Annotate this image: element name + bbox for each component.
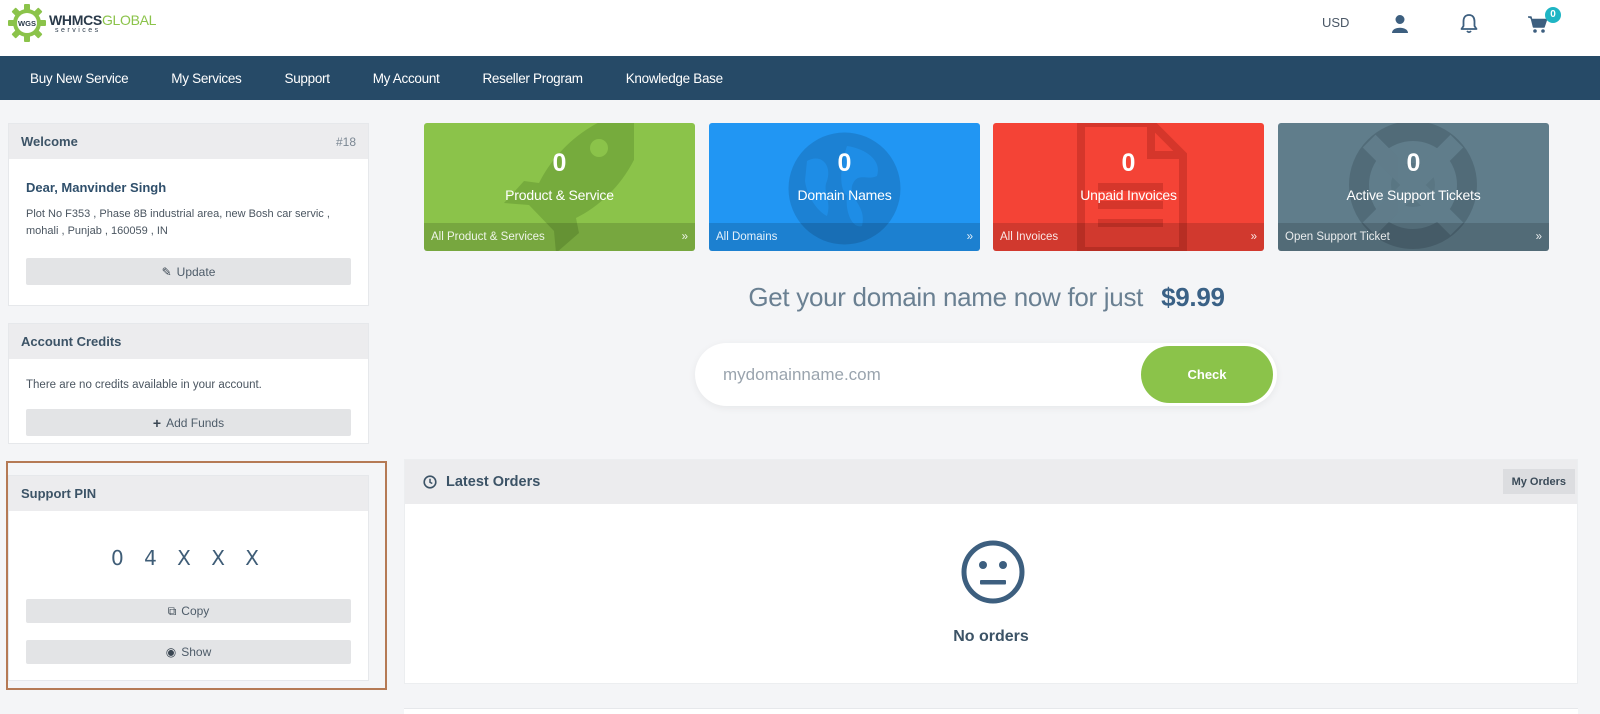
tickets-footer[interactable]: Open Support Ticket » [1278,223,1549,251]
neutral-face-icon [961,540,1025,604]
bell-icon[interactable] [1457,12,1481,36]
main-nav: Buy New Service My Services Support My A… [0,56,1600,100]
client-id: #18 [335,134,356,149]
gear-logo-icon: WGS [8,4,46,42]
tile-unpaid-invoices[interactable]: 0 Unpaid Invoices All Invoices » [993,123,1264,251]
invoices-link[interactable]: All Invoices [1000,231,1058,243]
welcome-title: Welcome [21,134,78,149]
domains-count: 0 [837,149,852,177]
domains-arrow: » [966,231,973,243]
products-count: 0 [552,149,567,177]
latest-orders-panel: Latest Orders My Orders No orders [404,459,1578,684]
pencil-icon: ✎ [161,264,172,279]
update-button[interactable]: ✎ Update [26,258,351,285]
plus-icon: + [152,414,162,431]
tile-products-services[interactable]: 0 Product & Service All Product & Servic… [424,123,695,251]
tickets-arrow: » [1535,231,1542,243]
tickets-label: Active Support Tickets [1346,187,1481,203]
update-label: Update [176,264,216,279]
my-orders-button[interactable]: My Orders [1502,469,1575,494]
user-icon[interactable] [1388,12,1412,36]
brand-logo[interactable]: WGS WHMCSGLOBAL services [7,3,156,43]
add-funds-label: Add Funds [166,415,225,430]
cart-count-badge: 0 [1545,7,1561,23]
logo-badge-text: WGS [18,19,36,28]
credits-message: There are no credits available in your a… [26,379,262,391]
domain-search-bar: Check [695,343,1277,406]
add-funds-button[interactable]: + Add Funds [26,409,351,436]
client-address: Plot No F353 , Phase 8B industrial area,… [26,208,330,237]
products-link[interactable]: All Product & Services [431,231,545,243]
domains-label: Domain Names [797,187,892,203]
products-arrow: » [681,231,688,243]
brand-tagline: services [55,26,101,34]
nav-support[interactable]: Support [285,71,330,86]
tickets-link[interactable]: Open Support Ticket [1285,231,1390,243]
domain-headline: Get your domain name now for just [748,282,1144,312]
top-header: WGS WHMCSGLOBAL services USD 0 [0,0,1600,56]
invoices-footer[interactable]: All Invoices » [993,223,1264,251]
clock-icon [423,475,437,489]
invoices-arrow: » [1250,231,1257,243]
support-pin-highlight [6,461,387,690]
tickets-count: 0 [1406,149,1421,177]
next-panel-edge [404,708,1578,714]
nav-my-account[interactable]: My Account [373,71,440,86]
nav-my-services[interactable]: My Services [171,71,242,86]
domains-link[interactable]: All Domains [716,231,777,243]
nav-knowledge-base[interactable]: Knowledge Base [626,71,723,86]
no-orders-text: No orders [953,628,1029,645]
domain-promo-heading: Get your domain name now for just $9.99 [424,282,1549,313]
credits-title: Account Credits [21,334,122,349]
domains-footer[interactable]: All Domains » [709,223,980,251]
welcome-panel: Welcome #18 Dear, Manvinder Singh Plot N… [8,123,369,306]
brand-name: WHMCS [49,11,102,28]
invoices-count: 0 [1121,149,1136,177]
invoices-label: Unpaid Invoices [1080,187,1177,203]
brand-name-accent: GLOBAL [101,11,157,28]
tile-domain-names[interactable]: 0 Domain Names All Domains » [709,123,980,251]
domain-price: $9.99 [1161,282,1225,312]
client-name: Dear, Manvinder Singh [26,180,167,195]
latest-orders-title: Latest Orders [446,474,541,490]
check-button[interactable]: Check [1141,346,1273,403]
nav-buy-new-service[interactable]: Buy New Service [30,71,129,86]
account-credits-panel: Account Credits There are no credits ava… [8,323,369,444]
currency-selector[interactable]: USD [1322,15,1349,30]
products-label: Product & Service [505,187,614,203]
products-footer[interactable]: All Product & Services » [424,223,695,251]
domain-search-input[interactable] [723,343,1123,406]
nav-reseller-program[interactable]: Reseller Program [482,71,583,86]
tile-support-tickets[interactable]: 0 Active Support Tickets Open Support Ti… [1278,123,1549,251]
